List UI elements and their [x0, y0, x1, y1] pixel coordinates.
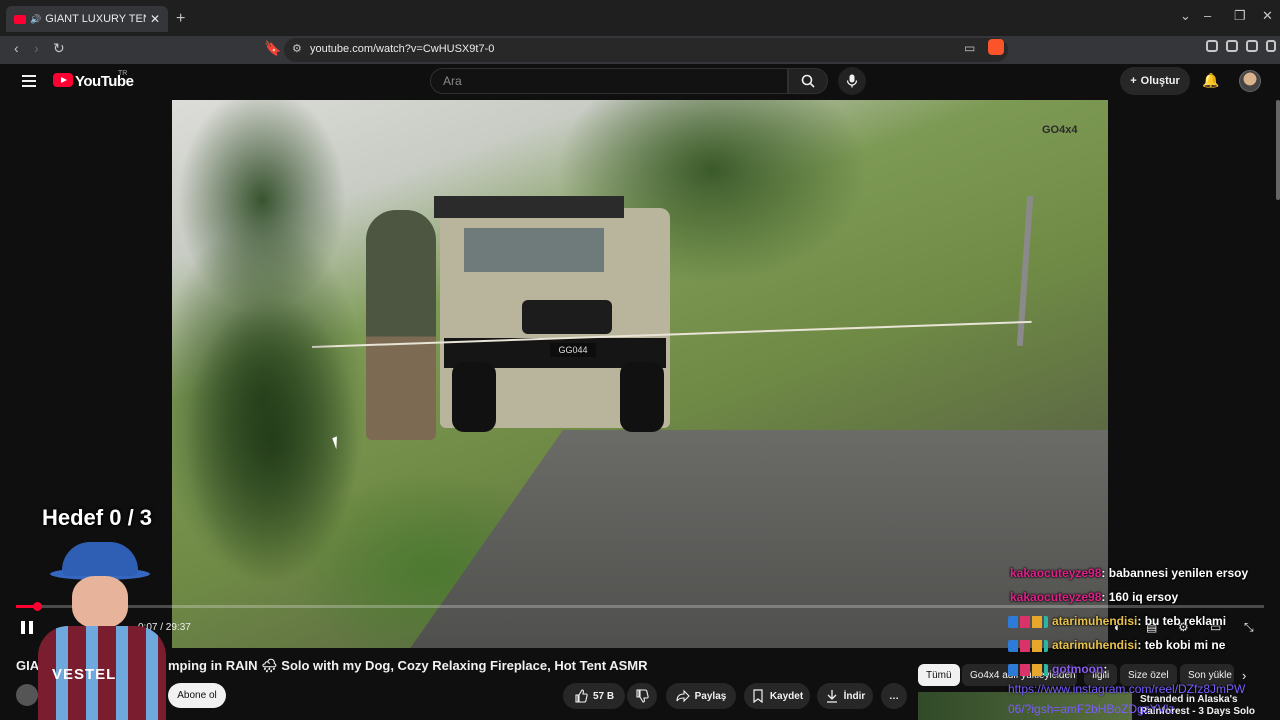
download-label: İndir — [843, 690, 866, 702]
save-label: Kaydet — [769, 690, 804, 702]
browser-menu-icon[interactable] — [1266, 40, 1276, 52]
search-icon — [801, 74, 815, 88]
youtube-header: YouTube TR + Oluştur 🔔 — [0, 64, 1280, 100]
chat-message: atarimuhendisi: teb kobi mi ne — [1008, 638, 1225, 652]
video-player[interactable]: GG044 GO4x4 — [172, 100, 1108, 648]
chips-next-arrow-icon[interactable]: › — [1242, 668, 1246, 683]
subscribe-button[interactable]: Abone ol — [168, 683, 226, 708]
extension-icon[interactable] — [1206, 40, 1218, 52]
browser-tab[interactable]: 🔊 GIANT LUXURY TENT Camping ✕ — [6, 6, 168, 32]
close-tab-icon[interactable]: ✕ — [150, 12, 160, 26]
dislike-button[interactable] — [627, 683, 657, 709]
bucket-hat — [62, 542, 138, 576]
chat-text: : 160 iq ersoy — [1101, 590, 1179, 604]
extensions-puzzle-icon[interactable] — [1226, 40, 1238, 52]
search-button[interactable] — [788, 68, 828, 94]
chat-message: kakaocuteyze98: 160 iq ersoy — [1010, 590, 1178, 604]
tab-title: GIANT LUXURY TENT Camping — [45, 13, 146, 25]
chat-message: atarimuhendisi: bu teb reklami — [1008, 614, 1226, 628]
chat-badges-icon — [1008, 639, 1048, 652]
video-grille — [522, 300, 612, 334]
notifications-bell-icon[interactable]: 🔔 — [1202, 72, 1219, 89]
audio-playing-icon[interactable]: 🔊 — [30, 14, 41, 25]
channel-watermark[interactable]: GO4x4 — [1042, 124, 1077, 136]
forward-button[interactable]: › — [34, 40, 39, 56]
chat-badges-icon — [1008, 663, 1048, 676]
chat-link-continued[interactable]: 06/?igsh=amF2bHBoZDgzYVlz — [1008, 702, 1174, 716]
address-bar: ‹ › ↻ 🔖 ⚙ youtube.com/watch?v=CwHUSX9t7-… — [0, 36, 1280, 64]
minimize-icon[interactable]: – — [1204, 8, 1211, 23]
browser-tabstrip: 🔊 GIANT LUXURY TENT Camping ✕ + ⌄ – ❐ ✕ — [0, 0, 1280, 36]
new-tab-button[interactable]: + — [176, 10, 185, 28]
chat-username: kakaocuteyze98 — [1010, 566, 1102, 580]
omnibox[interactable]: ⚙ youtube.com/watch?v=CwHUSX9t7-0 ▭ — [284, 38, 1008, 62]
save-button[interactable]: Kaydet — [744, 683, 810, 709]
video-fence-pole — [1016, 195, 1034, 347]
chat-text: : teb kobi mi ne — [1137, 638, 1226, 652]
account-avatar[interactable] — [1239, 70, 1261, 92]
thumbs-up-icon — [575, 689, 588, 703]
youtube-favicon-icon — [14, 14, 26, 24]
plus-icon: + — [1130, 75, 1137, 87]
url-text: youtube.com/watch?v=CwHUSX9t7-0 — [310, 43, 495, 55]
share-button[interactable]: Paylaş — [666, 683, 736, 709]
chat-badges-icon — [1008, 615, 1048, 628]
youtube-logo-icon[interactable] — [53, 73, 73, 87]
streamer-avatar-overlay: VESTEL — [30, 540, 170, 720]
like-count: 57 B — [592, 690, 615, 702]
like-button[interactable]: 57 B — [563, 683, 625, 709]
create-button[interactable]: + Oluştur — [1120, 67, 1190, 95]
chat-text: : — [1103, 662, 1108, 676]
chat-message: gotmoon: — [1008, 662, 1107, 676]
close-window-icon[interactable]: ✕ — [1262, 8, 1273, 24]
voice-search-button[interactable] — [838, 67, 866, 95]
mascot-face — [72, 576, 128, 628]
video-license-plate: GG044 — [550, 343, 596, 357]
chat-text: : bu teb reklami — [1137, 614, 1227, 628]
chat-username: kakaocuteyze98 — [1010, 590, 1102, 604]
download-button[interactable]: İndir — [817, 683, 873, 709]
more-dots-icon: … — [889, 690, 899, 702]
search-box — [430, 68, 788, 94]
video-title: mping in RAIN 🌧 Solo with my Dog, Cozy R… — [168, 658, 648, 673]
chat-text: : babannesi yenilen ersoy — [1101, 566, 1249, 580]
chat-message: kakaocuteyze98: babannesi yenilen ersoy — [1010, 566, 1248, 580]
chip-all[interactable]: Tümü — [918, 664, 960, 686]
share-arrow-icon — [676, 689, 690, 703]
chat-link[interactable]: https://www.instagram.com/reel/DZfz8JmPW — [1008, 682, 1245, 696]
search-input[interactable] — [431, 69, 787, 93]
country-code: TR — [118, 70, 128, 77]
share-label: Paylaş — [694, 690, 727, 702]
site-info-icon[interactable]: ⚙ — [292, 42, 302, 55]
back-button[interactable]: ‹ — [14, 40, 19, 56]
fullscreen-icon[interactable]: ⤡ — [1244, 620, 1254, 635]
goal-counter: Hedef 0 / 3 — [42, 505, 153, 530]
hamburger-menu-icon[interactable] — [22, 75, 36, 87]
cast-icon[interactable]: ▭ — [964, 41, 975, 55]
progress-bar[interactable] — [16, 602, 1264, 611]
create-label: Oluştur — [1140, 75, 1180, 87]
more-actions-button[interactable]: … — [881, 683, 907, 709]
shirt-sponsor-text: VESTEL — [52, 666, 117, 683]
video-wheel-right — [620, 362, 664, 432]
brave-shield-icon[interactable] — [988, 39, 1004, 55]
tab-search-icon[interactable]: ⌄ — [1180, 8, 1191, 24]
chat-username: gotmoon — [1052, 662, 1104, 676]
microphone-icon — [846, 74, 858, 88]
chat-username: atarimuhendisi — [1052, 614, 1138, 628]
media-control-icon[interactable] — [1246, 40, 1258, 52]
chat-username: atarimuhendisi — [1052, 638, 1138, 652]
page-scrollbar[interactable] — [1276, 100, 1280, 200]
bookmark-save-icon — [753, 689, 763, 703]
download-icon — [826, 690, 837, 703]
thumbs-down-icon — [636, 689, 649, 703]
bookmark-icon[interactable]: 🔖 — [264, 40, 281, 57]
reload-button[interactable]: ↻ — [53, 40, 65, 57]
restore-icon[interactable]: ❐ — [1234, 8, 1246, 24]
video-foreground-leaves — [172, 100, 502, 648]
